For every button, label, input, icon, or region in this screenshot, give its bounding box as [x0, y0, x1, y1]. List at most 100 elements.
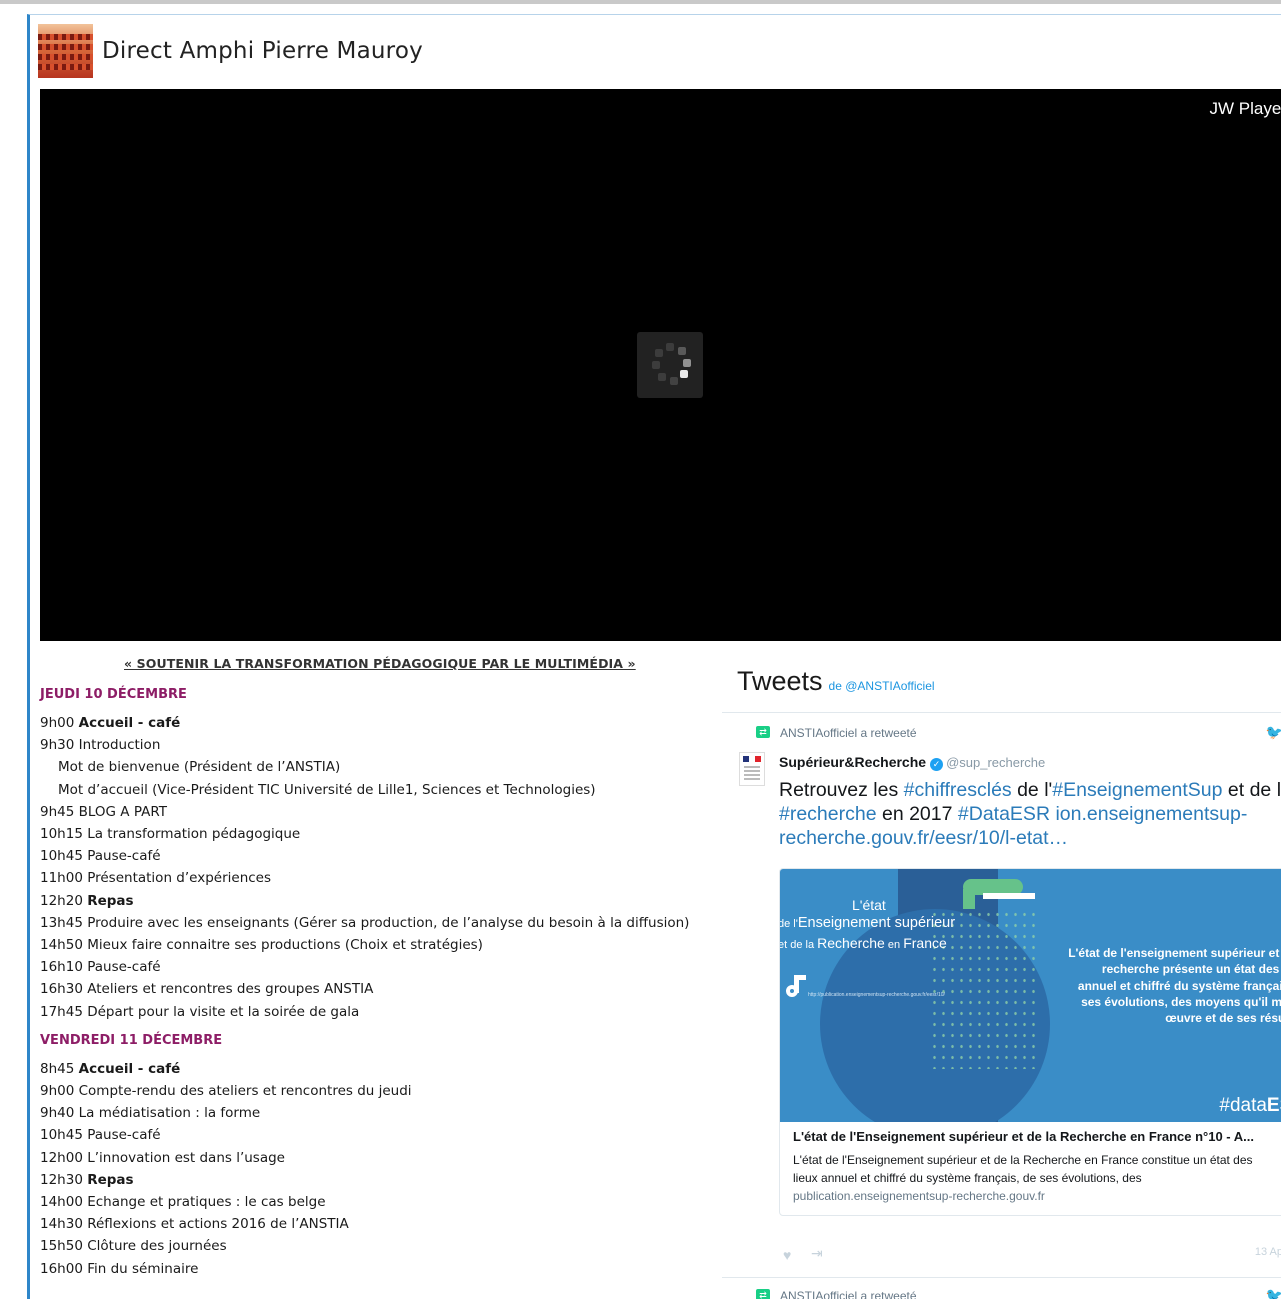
schedule-label: Introduction — [78, 737, 161, 754]
twitter-bird-icon[interactable]: 🐦 — [1266, 1287, 1281, 1299]
schedule-label: Présentation d’expériences — [87, 870, 272, 887]
divider — [722, 1277, 1281, 1278]
schedule-label: Pause-café — [87, 1127, 161, 1144]
schedule-item: 12h30 Repas — [40, 1169, 720, 1191]
amphitheater-icon — [38, 24, 93, 78]
schedule-label: L’innovation est dans l’usage — [87, 1149, 285, 1166]
schedule-item: 9h00 Accueil - café — [40, 712, 720, 734]
verified-icon: ✓ — [930, 758, 944, 771]
schedule-item: 17h45 Départ pour la visite et la soirée… — [40, 1001, 720, 1023]
tweet-author[interactable]: Supérieur&Recherche ✓ @sup_recherche — [779, 754, 1045, 771]
tweet-link[interactable]: #chiffresclés — [904, 779, 1012, 801]
schedule-time: 15h50 — [40, 1238, 83, 1255]
schedule-time: 13h45 — [40, 914, 83, 931]
tweet-link[interactable]: #DataESR — [958, 803, 1050, 825]
schedule-time: 9h45 — [40, 803, 75, 820]
schedule-days: JEUDI 10 DÉCEMBRE 9h00 Accueil - café 9h30… — [40, 687, 720, 1280]
card-image-subtitle: de l'Enseignement supérieur — [780, 915, 956, 931]
schedule-label: Départ pour la visite et la soirée de ga… — [87, 1003, 360, 1020]
schedule-item: 13h45 Produire avec les enseignants (Gér… — [40, 912, 720, 934]
page-header: Direct Amphi Pierre Mauroy — [38, 24, 423, 78]
schedule-time: 14h30 — [40, 1216, 83, 1233]
schedule-label: Ateliers et rencontres des groupes ANSTI… — [87, 981, 374, 998]
schedule-time: 8h45 — [40, 1060, 75, 1077]
schedule-item: 10h45 Pause-café — [40, 845, 720, 867]
share-icon[interactable]: ⇥ — [811, 1245, 823, 1262]
card-image-hashtag: #dataESR — [1219, 1095, 1281, 1116]
author-name[interactable]: Supérieur&Recherche — [779, 754, 926, 770]
schedule-item: 9h40 La médiatisation : la forme — [40, 1102, 720, 1124]
schedule-label: Accueil - café — [78, 715, 181, 731]
schedule-item: 9h30 Introduction — [40, 734, 720, 756]
schedule-time: 16h30 — [40, 981, 83, 998]
divider — [722, 712, 1281, 713]
schedule-item: 16h10 Pause-café — [40, 956, 720, 978]
schedule-time: 10h45 — [40, 848, 83, 865]
schedule-time: 14h00 — [40, 1194, 83, 1211]
schedule-label: Réflexions et actions 2016 de l’ANSTIA — [87, 1216, 349, 1233]
schedule-time: 9h00 — [40, 715, 75, 731]
link-card[interactable]: L'état de l'Enseignement supérieur et de… — [779, 868, 1281, 1216]
card-image-description: L'état de l'enseignement supérieur et de… — [1068, 946, 1281, 1026]
day-title: JEUDI 10 DÉCEMBRE — [40, 687, 187, 702]
schedule-label: Compte-rendu des ateliers et rencontres … — [78, 1083, 412, 1100]
schedule-time: 9h30 — [40, 737, 75, 754]
schedule-label: Fin du séminaire — [87, 1260, 199, 1277]
card-image-title: L'état — [852, 897, 886, 913]
schedule-label: Repas — [87, 892, 134, 909]
schedule-item: 14h30 Réflexions et actions 2016 de l’AN… — [40, 1213, 720, 1235]
twitter-bird-icon[interactable]: 🐦 — [1266, 724, 1281, 741]
schedule-label: Mot d’accueil (Vice-Président TIC Univer… — [58, 781, 596, 798]
schedule-label: Echange et pratiques : le cas belge — [87, 1194, 326, 1211]
schedule-label: Clôture des journées — [87, 1238, 227, 1255]
tweet-text-segment: en 2017 — [876, 803, 958, 825]
schedule-time: 9h00 — [40, 1083, 75, 1100]
retweet-label-2[interactable]: ANSTIAofficiel a retweeté — [780, 1289, 917, 1299]
card-title[interactable]: L'état de l'Enseignement supérieur et de… — [793, 1129, 1254, 1144]
schedule-list: 8h45 Accueil - café 9h00 Compte-rendu des… — [40, 1058, 720, 1280]
schedule-time: 9h40 — [40, 1105, 75, 1122]
schedule-time: 17h45 — [40, 1003, 83, 1020]
tweet-text-segment: Retrouvez les — [779, 779, 904, 801]
schedule-label: Accueil - café — [78, 1060, 181, 1077]
schedule-label: La médiatisation : la forme — [78, 1105, 261, 1122]
author-handle[interactable]: @sup_recherche — [946, 755, 1045, 770]
publication-logo-icon — [784, 975, 808, 1001]
day-title: VENDREDI 11 DÉCEMBRE — [40, 1032, 223, 1048]
jw-player-logo[interactable]: JW Player — [1210, 99, 1281, 119]
avatar[interactable] — [739, 752, 765, 786]
tweets-title: Tweets — [737, 666, 823, 696]
like-heart-icon[interactable]: ♥ — [783, 1247, 791, 1263]
schedule-item: Mot d’accueil (Vice-Président TIC Univer… — [40, 779, 720, 801]
schedule-item: 12h20 Repas — [40, 890, 720, 912]
tweet-text-segment: de l' — [1011, 779, 1053, 801]
card-image-url: http://publication.enseignementsup-reche… — [808, 992, 945, 998]
video-player[interactable]: JW Player — [40, 89, 1281, 641]
schedule-time: 12h30 — [40, 1171, 83, 1188]
retweet-icon: ⇄ — [756, 726, 770, 738]
schedule-label: Pause-café — [87, 959, 161, 976]
program-banner-link[interactable]: « SOUTENIR LA TRANSFORMATION PÉDAGOGIQUE… — [124, 656, 720, 671]
tweet-link[interactable]: #EnseignementSup — [1052, 779, 1222, 801]
retweet-label[interactable]: ANSTIAofficiel a retweeté — [780, 726, 917, 740]
seminar-schedule: « SOUTENIR LA TRANSFORMATION PÉDAGOGIQUE… — [40, 656, 720, 1280]
schedule-item: 10h15 La transformation pédagogique — [40, 823, 720, 845]
tweets-heading: Tweets de @ANSTIAofficiel — [737, 666, 935, 697]
tweet-text: Retrouvez les #chiffresclés de l'#Enseig… — [779, 778, 1281, 850]
schedule-item: 16h00 Fin du séminaire — [40, 1258, 720, 1280]
schedule-time: 14h50 — [40, 937, 83, 954]
twitter-timeline: Tweets de @ANSTIAofficiel ⇄ ANSTIAofficie… — [722, 650, 1281, 1299]
schedule-time: 11h00 — [40, 870, 83, 887]
schedule-item: 9h45 BLOG A PART — [40, 801, 720, 823]
schedule-label: Mot de bienvenue (Président de l’ANSTIA) — [58, 759, 341, 776]
card-description: L'état de l'Enseignement supérieur et de… — [793, 1153, 1253, 1185]
loading-spinner-icon — [637, 332, 703, 398]
schedule-item: 10h45 Pause-café — [40, 1124, 720, 1146]
tweet-link[interactable]: #recherche — [779, 803, 877, 825]
schedule-time: 16h00 — [40, 1260, 83, 1277]
tweets-by-link[interactable]: de @ANSTIAofficiel — [829, 679, 935, 693]
schedule-label: Repas — [87, 1171, 134, 1188]
page-title: Direct Amphi Pierre Mauroy — [102, 38, 423, 64]
retweet-icon: ⇄ — [756, 1289, 770, 1299]
tweet-date[interactable]: 13 Ap — [1255, 1246, 1281, 1258]
